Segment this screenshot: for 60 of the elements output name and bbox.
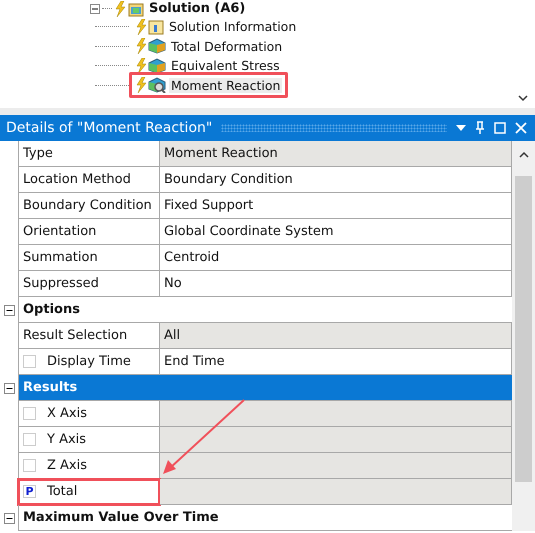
property-value[interactable] [160,479,512,505]
tree-item[interactable]: Solution (A6) [149,0,246,17]
property-value[interactable]: Boundary Condition [160,167,512,193]
property-name: Z Axis [47,458,88,473]
checkbox[interactable] [23,459,36,472]
lightning-icon [135,77,147,94]
property-name: Boundary Condition [23,198,152,213]
property-name: Type [23,146,53,161]
collapse-icon[interactable] [90,4,100,14]
splitter-bar[interactable] [0,108,535,115]
cube-icon [148,38,166,54]
tree-item[interactable]: Solution Information [167,19,298,34]
property-value[interactable]: All [160,323,512,349]
lightning-icon [135,58,147,74]
dropdown-icon[interactable] [456,125,466,131]
section-header[interactable]: Maximum Value Over Time [18,505,512,531]
tree-item[interactable]: Total Deformation [169,38,284,54]
cube-icon [148,58,166,74]
property-name: Result Selection [23,328,128,343]
collapse-icon[interactable] [4,382,14,394]
checkbox[interactable] [23,355,36,368]
folder-icon [128,0,144,16]
property-name: Location Method [23,172,131,187]
lightning-icon [135,38,147,54]
checkbox[interactable] [23,407,36,420]
property-name: Summation [23,250,98,265]
property-name: Y Axis [47,432,86,447]
property-value[interactable]: Moment Reaction [160,141,512,167]
property-value[interactable] [160,453,512,479]
property-value[interactable]: Global Coordinate System [160,219,512,245]
scroll-up-icon[interactable] [518,151,528,158]
property-value[interactable] [160,427,512,453]
tree-item[interactable]: Equivalent Stress [169,58,282,74]
scroll-down-icon[interactable] [518,95,528,102]
checkbox[interactable] [23,433,36,446]
tree-item[interactable]: Moment Reaction [169,78,282,93]
collapse-icon[interactable] [4,512,14,524]
lightning-icon [114,0,126,16]
lightning-icon [135,18,147,35]
cube-magnifier-icon [148,77,166,94]
property-name: Orientation [23,224,96,239]
section-header[interactable]: Results [18,375,512,401]
property-value[interactable]: Centroid [160,245,512,271]
drag-grip[interactable] [221,124,447,132]
property-value[interactable] [160,401,512,427]
property-value[interactable]: No [160,271,512,297]
info-folder-icon [148,18,164,35]
panel-title: Details of "Moment Reaction" [6,120,212,136]
pin-icon[interactable] [475,121,485,135]
property-name: Suppressed [23,276,99,291]
property-name: X Axis [47,406,88,421]
property-name: Total [47,484,78,499]
close-icon[interactable] [515,122,527,134]
parameter-checkbox[interactable]: P [23,485,36,498]
maximize-icon[interactable] [494,122,506,134]
scroll-thumb[interactable] [515,176,532,482]
scrollbar[interactable] [512,141,535,531]
collapse-icon[interactable] [4,304,14,316]
property-name: Display Time [47,354,131,369]
property-value[interactable]: Fixed Support [160,193,512,219]
